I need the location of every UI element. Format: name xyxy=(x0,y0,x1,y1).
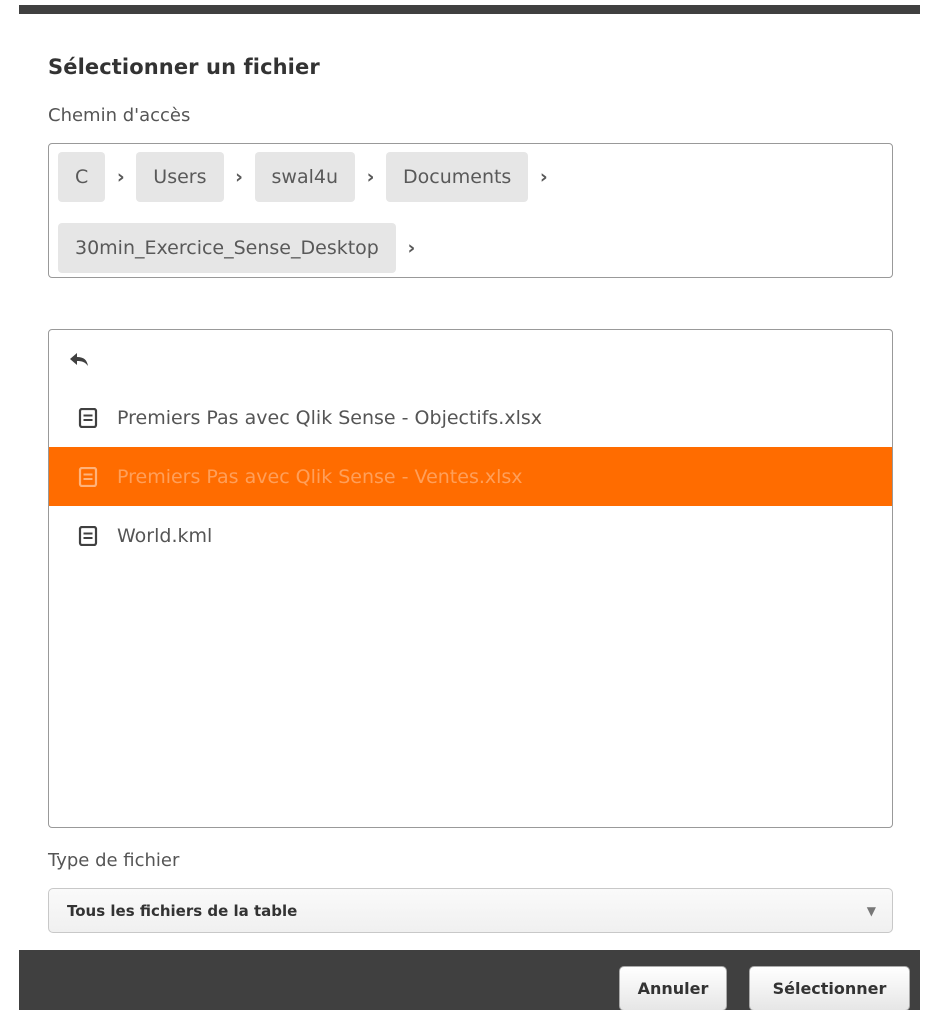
file-row-selected[interactable]: Premiers Pas avec Qlik Sense - Ventes.xl… xyxy=(49,447,892,506)
file-row[interactable]: Premiers Pas avec Qlik Sense - Objectifs… xyxy=(49,388,892,447)
file-name: Premiers Pas avec Qlik Sense - Ventes.xl… xyxy=(117,465,523,488)
breadcrumb-item-swal4u[interactable]: swal4u xyxy=(254,152,355,202)
select-button[interactable]: Sélectionner xyxy=(749,966,910,1010)
breadcrumb-separator: › xyxy=(539,166,548,188)
breadcrumb-separator: › xyxy=(116,166,125,188)
file-list: Premiers Pas avec Qlik Sense - Objectifs… xyxy=(48,329,893,828)
file-type-select[interactable]: Tous les fichiers de la table ▼ xyxy=(48,888,893,933)
breadcrumb: C › Users › swal4u › Documents › 30min_E… xyxy=(48,143,893,278)
dialog-title: Sélectionner un fichier xyxy=(48,55,320,79)
file-type-label: Type de fichier xyxy=(48,850,180,871)
breadcrumb-item-folder[interactable]: 30min_Exercice_Sense_Desktop xyxy=(58,223,396,273)
dialog-top-bar xyxy=(19,5,920,14)
file-name: World.kml xyxy=(117,524,213,547)
breadcrumb-item-documents[interactable]: Documents xyxy=(386,152,529,202)
chevron-down-icon: ▼ xyxy=(866,903,876,918)
file-icon xyxy=(78,466,98,487)
file-name: Premiers Pas avec Qlik Sense - Objectifs… xyxy=(117,406,543,429)
breadcrumb-separator: › xyxy=(366,166,375,188)
cancel-button[interactable]: Annuler xyxy=(619,966,727,1010)
file-icon xyxy=(78,407,98,428)
breadcrumb-item-users[interactable]: Users xyxy=(136,152,224,202)
breadcrumb-separator: › xyxy=(407,237,416,259)
file-type-value: Tous les fichiers de la table xyxy=(67,901,298,920)
breadcrumb-item-c[interactable]: C xyxy=(58,152,106,202)
back-button[interactable] xyxy=(49,330,892,388)
file-icon xyxy=(78,525,98,546)
path-label: Chemin d'accès xyxy=(48,105,191,126)
back-arrow-icon xyxy=(70,353,88,366)
breadcrumb-separator: › xyxy=(235,166,243,188)
file-row[interactable]: World.kml xyxy=(49,506,892,565)
